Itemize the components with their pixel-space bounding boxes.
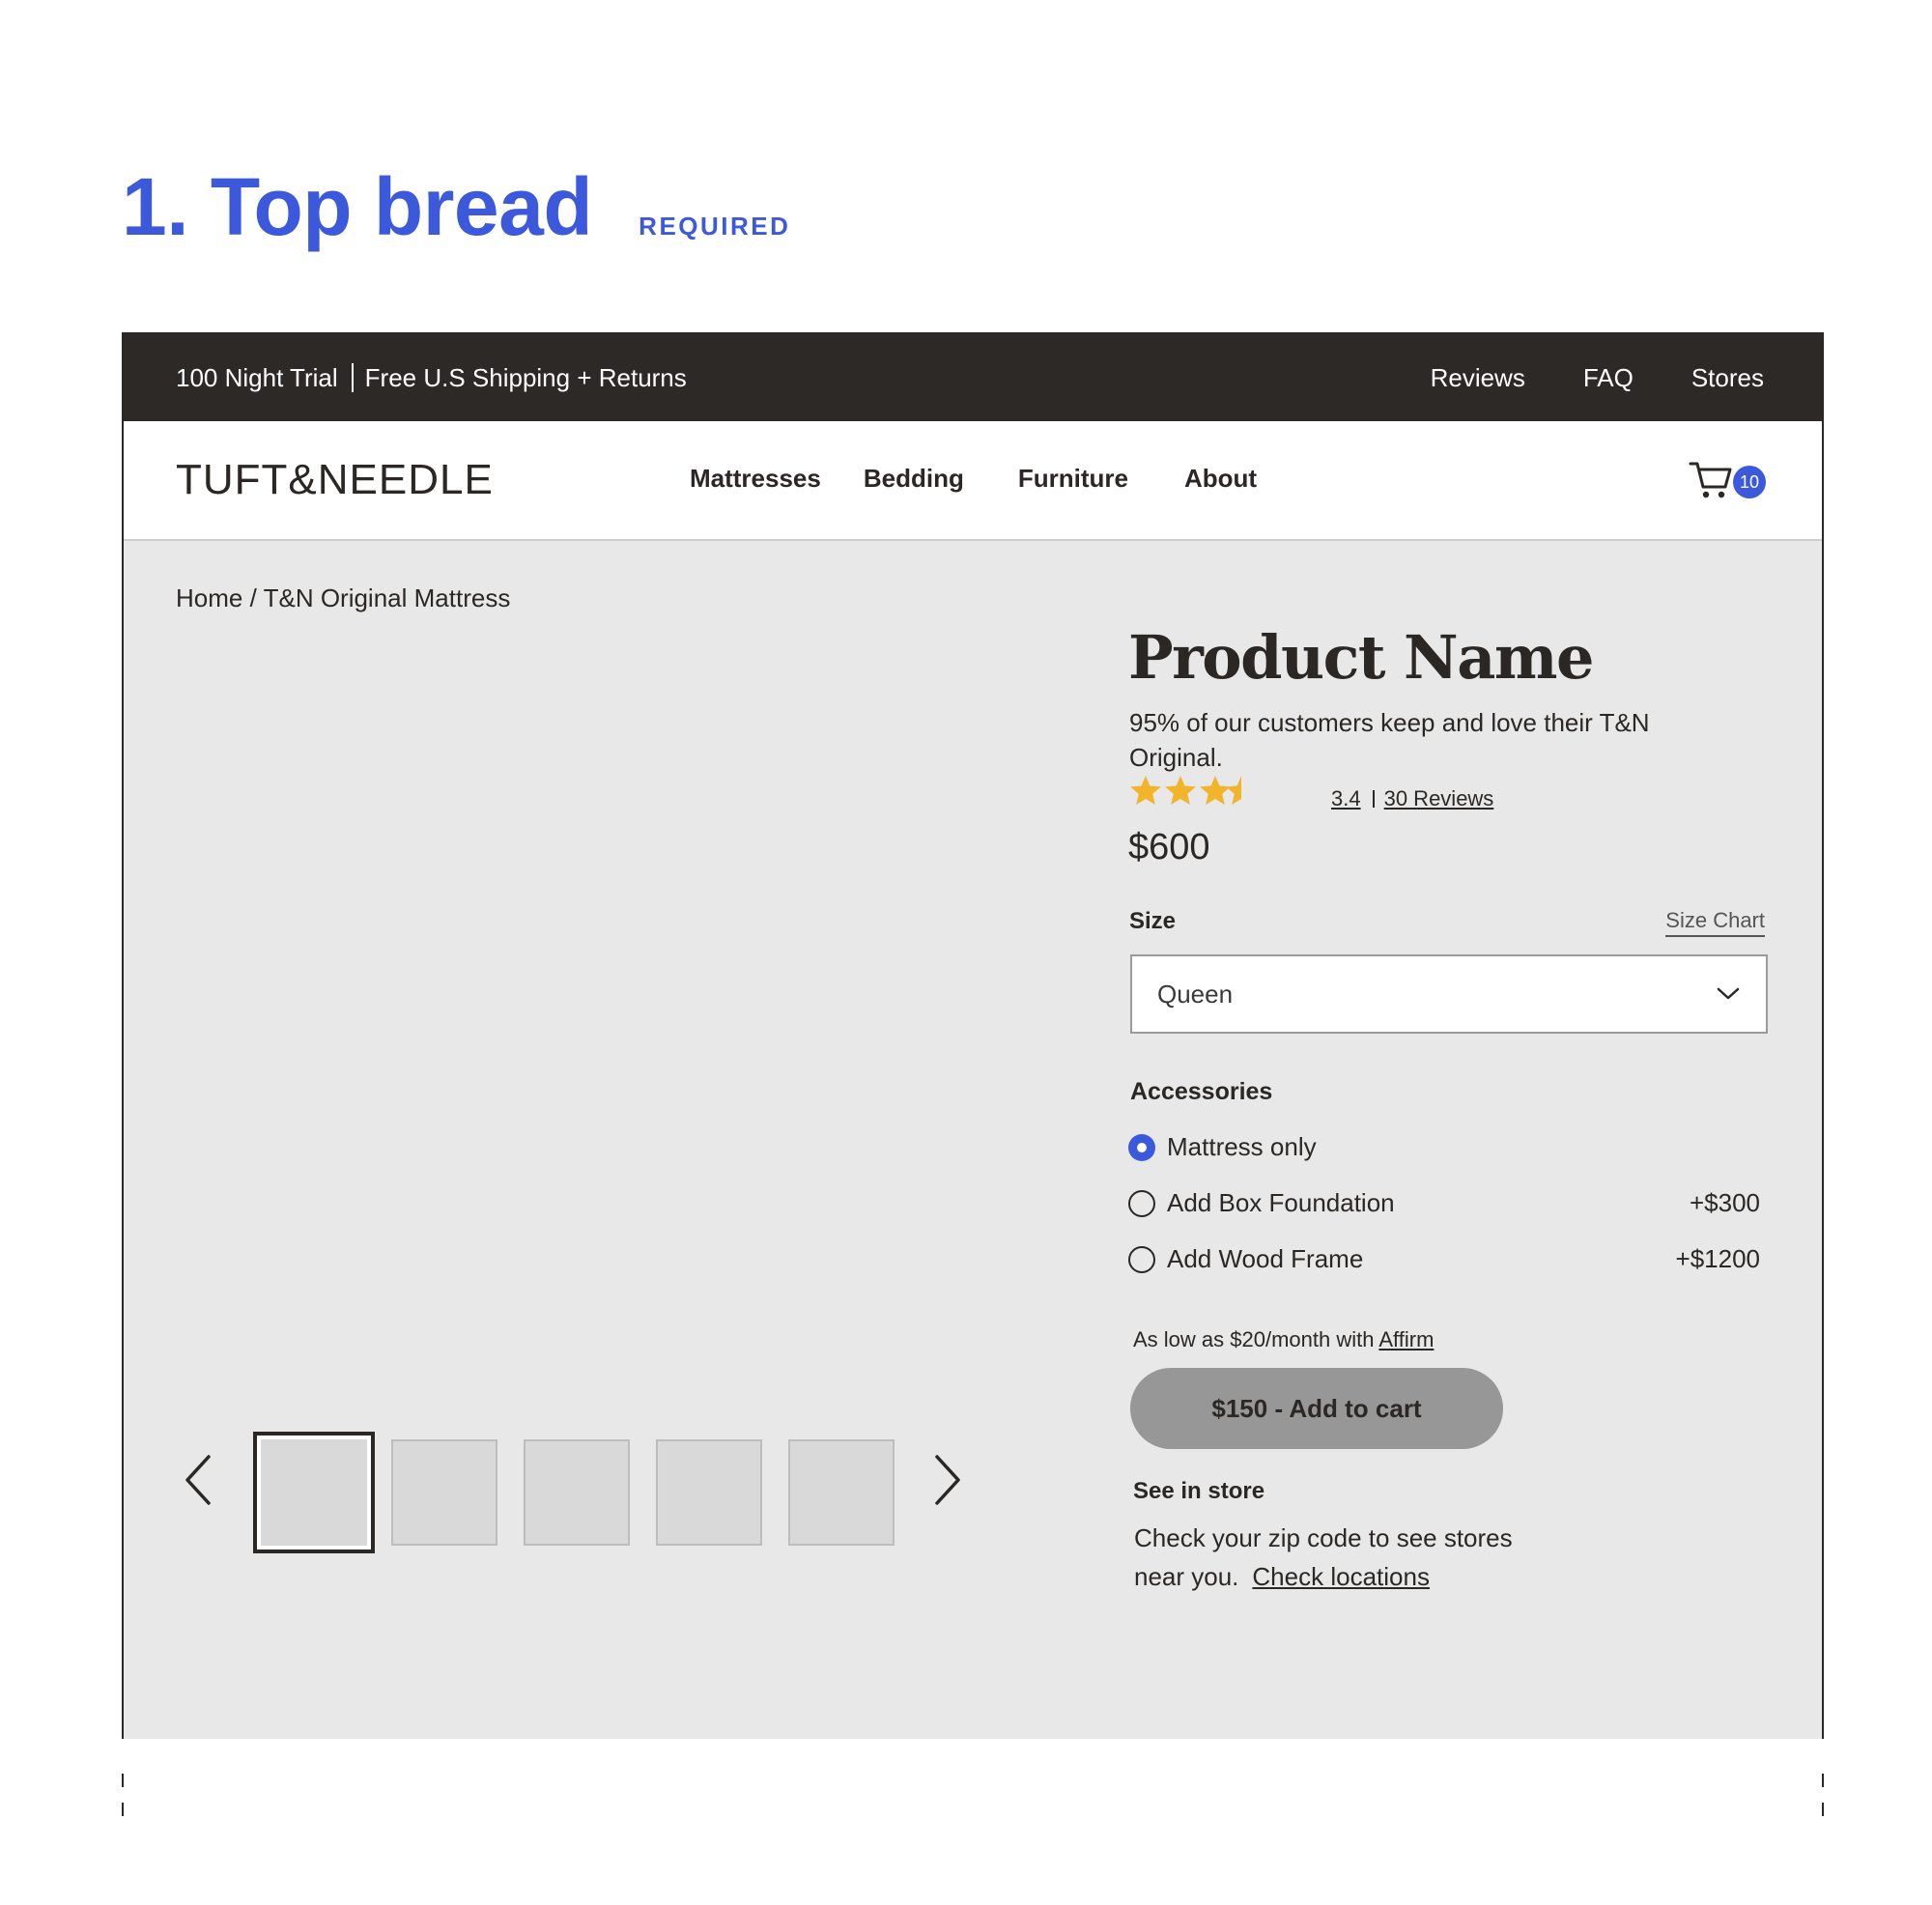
promo-messages: 100 Night Trial Free U.S Shipping + Retu…: [176, 363, 687, 393]
gallery-thumbnail[interactable]: [253, 1432, 375, 1553]
gallery-prev-arrow-icon[interactable]: [180, 1451, 218, 1509]
main-nav: Mattresses Bedding Furniture About: [690, 464, 1257, 494]
site-header: TUFT&NEEDLE Mattresses Bedding Furniture…: [124, 421, 1822, 541]
accessory-option-wood-frame[interactable]: Add Wood Frame +$1200: [1128, 1244, 1766, 1274]
brand-logo[interactable]: TUFT&NEEDLE: [176, 456, 494, 504]
breadcrumb-current[interactable]: T&N Original Mattress: [264, 583, 511, 612]
breadcrumb-home[interactable]: Home: [176, 583, 242, 612]
financing-text: As low as $20/month with: [1133, 1327, 1375, 1351]
cart-icon: [1689, 462, 1732, 498]
nav-mattresses[interactable]: Mattresses: [690, 464, 821, 494]
add-to-cart-button[interactable]: $150 - Add to cart: [1130, 1368, 1503, 1449]
see-in-store-title: See in store: [1133, 1478, 1265, 1504]
cart-button[interactable]: 10: [1689, 460, 1766, 502]
reviews-link[interactable]: Reviews: [1431, 363, 1525, 393]
product-name: Product Name: [1128, 622, 1594, 693]
product-description: 95% of our customers keep and love their…: [1129, 708, 1650, 772]
store-text-line1: Check your zip code to see stores: [1134, 1523, 1513, 1552]
check-locations-link[interactable]: Check locations: [1252, 1562, 1430, 1591]
see-in-store-text: Check your zip code to see stores near y…: [1134, 1519, 1636, 1596]
accessory-option-label: Mattress only: [1167, 1132, 1317, 1161]
accessory-option-label: Add Wood Frame: [1167, 1244, 1364, 1273]
gallery-thumbnail[interactable]: [391, 1439, 497, 1546]
gallery-thumbnail[interactable]: [788, 1439, 895, 1546]
product-section: Home / T&N Original Mattress Product Nam…: [124, 541, 1822, 1739]
section-title: 1. Top bread: [122, 161, 593, 252]
size-label: Size: [1129, 908, 1177, 934]
radio-icon[interactable]: [1128, 1189, 1155, 1217]
stores-link[interactable]: Stores: [1691, 363, 1764, 393]
accessory-option-mattress-only[interactable]: Mattress only: [1128, 1132, 1766, 1162]
cart-count-badge: 10: [1733, 466, 1766, 498]
radio-selected-icon[interactable]: [1128, 1133, 1155, 1161]
financing-note: As low as $20/month with Affirm: [1133, 1327, 1434, 1352]
affirm-link[interactable]: Affirm: [1378, 1327, 1434, 1351]
store-text-line2: near you.: [1134, 1562, 1239, 1591]
breadcrumb-separator: /: [249, 583, 257, 612]
utility-links: Reviews FAQ Stores: [1431, 363, 1764, 393]
promo-trial: 100 Night Trial: [176, 362, 338, 392]
accessory-option-box-foundation[interactable]: Add Box Foundation +$300: [1128, 1188, 1766, 1218]
product-price: $600: [1128, 827, 1210, 867]
nav-bedding[interactable]: Bedding: [864, 464, 964, 494]
section-heading: 1. Top bread REQUIRED: [122, 166, 790, 247]
page-mockup-frame: 100 Night Trial Free U.S Shipping + Retu…: [122, 332, 1824, 1739]
accessories-label: Accessories: [1130, 1078, 1273, 1105]
chevron-down-icon: [1717, 987, 1740, 1000]
gallery-thumbnail[interactable]: [656, 1439, 762, 1546]
reviews-count-link[interactable]: 30 Reviews: [1384, 786, 1494, 811]
breadcrumb: Home / T&N Original Mattress: [176, 583, 510, 613]
promo-divider: [351, 363, 354, 392]
size-chart-link[interactable]: Size Chart: [1665, 908, 1765, 937]
accessory-option-price: +$1200: [1675, 1244, 1760, 1273]
rating-divider: [1372, 790, 1375, 808]
nav-furniture[interactable]: Furniture: [1018, 464, 1128, 494]
frame-dash: [1822, 1774, 1824, 1787]
required-tag: REQUIRED: [639, 212, 791, 241]
promo-bar: 100 Night Trial Free U.S Shipping + Retu…: [124, 332, 1822, 421]
faq-link[interactable]: FAQ: [1583, 363, 1634, 393]
accessory-option-price: +$300: [1689, 1188, 1760, 1217]
promo-shipping: Free U.S Shipping + Returns: [364, 362, 687, 392]
gallery-next-arrow-icon[interactable]: [927, 1451, 966, 1509]
rating-summary: 3.4 30 Reviews: [1331, 786, 1493, 811]
rating-stars-icon: [1130, 776, 1241, 805]
size-select[interactable]: Queen: [1130, 954, 1768, 1034]
accessory-option-label: Add Box Foundation: [1167, 1188, 1395, 1217]
gallery-thumbnail[interactable]: [524, 1439, 630, 1546]
radio-icon[interactable]: [1128, 1245, 1155, 1273]
page: 1. Top bread REQUIRED 100 Night Trial Fr…: [0, 0, 1932, 1905]
frame-dash: [1822, 1803, 1824, 1816]
rating-value-link[interactable]: 3.4: [1331, 786, 1361, 811]
size-select-value: Queen: [1157, 979, 1234, 1009]
star-rating: [1128, 773, 1264, 811]
frame-dash: [122, 1803, 124, 1816]
frame-dash: [122, 1774, 124, 1787]
nav-about[interactable]: About: [1184, 464, 1257, 494]
